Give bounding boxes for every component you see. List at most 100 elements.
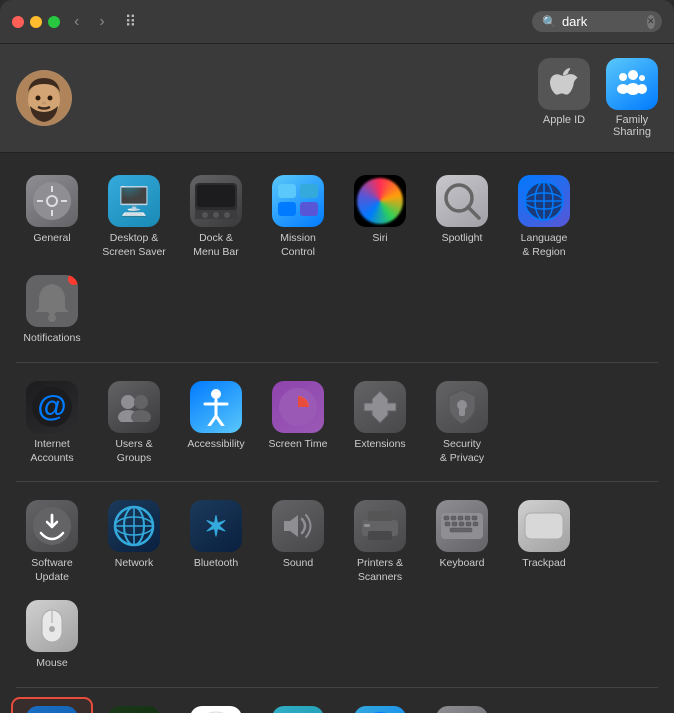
preferences-container: General 🖥️ Desktop &Screen Saver Dock &Menu… <box>0 153 674 713</box>
pref-label-mission-control: MissionControl <box>280 232 316 259</box>
family-sharing-label: FamilySharing <box>613 114 651 138</box>
pref-icon-date-time: 17 <box>190 706 242 713</box>
pref-label-software-update: SoftwareUpdate <box>31 557 72 584</box>
pref-item-general[interactable]: General <box>12 167 92 265</box>
pref-label-desktop-screensaver: Desktop &Screen Saver <box>102 232 166 259</box>
user-info <box>86 97 524 99</box>
pref-item-accessibility[interactable]: Accessibility <box>176 373 256 471</box>
apple-id-label: Apple ID <box>543 114 585 126</box>
pref-icon-software-update <box>26 500 78 552</box>
section-3: SoftwareUpdate Network ✶Bluetooth Sound Prin… <box>8 488 666 681</box>
pref-item-internet-accounts[interactable]: @ InternetAccounts <box>12 373 92 471</box>
pref-label-mouse: Mouse <box>36 657 68 671</box>
pref-item-bluetooth[interactable]: ✶Bluetooth <box>176 492 256 590</box>
user-section: Apple ID FamilySharing <box>0 44 674 153</box>
grid-view-button[interactable]: ⠿ <box>119 8 143 36</box>
pref-item-time-machine[interactable]: TimeMachine <box>340 698 420 713</box>
pref-item-printers-scanners[interactable]: Printers &Scanners <box>340 492 420 590</box>
pref-item-sharing[interactable]: Sharing <box>258 698 338 713</box>
pref-label-security-privacy: Security& Privacy <box>440 438 484 465</box>
pref-item-notifications[interactable]: Notifications <box>12 267 92 352</box>
apple-id-button[interactable]: Apple ID <box>538 58 590 138</box>
section-1: General 🖥️ Desktop &Screen Saver Dock &Menu… <box>8 163 666 356</box>
apple-logo <box>550 68 578 100</box>
divider-1 <box>16 362 658 363</box>
avatar-image <box>16 70 72 126</box>
maximize-button[interactable] <box>48 16 60 28</box>
pref-item-network[interactable]: Network <box>94 492 174 590</box>
pref-item-dock-menubar[interactable]: Dock &Menu Bar <box>176 167 256 265</box>
pref-icon-mouse <box>26 600 78 652</box>
pref-label-trackpad: Trackpad <box>522 557 565 571</box>
pref-icon-mission-control <box>272 175 324 227</box>
pref-icon-internet-accounts: @ <box>26 381 78 433</box>
pref-label-general: General <box>33 232 70 246</box>
pref-label-printers-scanners: Printers &Scanners <box>357 557 403 584</box>
pref-icon-network <box>108 500 160 552</box>
pref-item-battery[interactable]: Battery <box>94 698 174 713</box>
minimize-button[interactable] <box>30 16 42 28</box>
pref-icon-general <box>26 175 78 227</box>
pref-item-trackpad[interactable]: Trackpad <box>504 492 584 590</box>
pref-item-spotlight[interactable]: Spotlight <box>422 167 502 265</box>
family-sharing-icon <box>606 58 658 110</box>
pref-label-siri: Siri <box>372 232 387 246</box>
pref-item-software-update[interactable]: SoftwareUpdate <box>12 492 92 590</box>
pref-icon-extensions <box>354 381 406 433</box>
titlebar: ‹ › ⠿ 🔍 ✕ <box>0 0 674 44</box>
section-4: DisplaysBattery17Date & TimeSharingTimeM… <box>8 694 666 713</box>
pref-icon-printers-scanners <box>354 500 406 552</box>
pref-icon-security-privacy <box>436 381 488 433</box>
pref-icon-users-groups <box>108 381 160 433</box>
pref-icon-spotlight <box>436 175 488 227</box>
pref-item-startup-disk[interactable]: StartupDisk <box>422 698 502 713</box>
family-sharing-button[interactable]: FamilySharing <box>606 58 658 138</box>
pref-icon-language-region <box>518 175 570 227</box>
pref-icon-siri <box>354 175 406 227</box>
pref-label-spotlight: Spotlight <box>442 232 483 246</box>
pref-label-internet-accounts: InternetAccounts <box>30 438 73 465</box>
pref-item-date-time[interactable]: 17Date & Time <box>176 698 256 713</box>
pref-item-extensions[interactable]: Extensions <box>340 373 420 471</box>
pref-label-sound: Sound <box>283 557 313 571</box>
pref-label-language-region: Language& Region <box>521 232 568 259</box>
divider-2 <box>16 481 658 482</box>
pref-label-extensions: Extensions <box>354 438 405 452</box>
pref-icon-sound <box>272 500 324 552</box>
pref-item-language-region[interactable]: Language& Region <box>504 167 584 265</box>
forward-button[interactable]: › <box>93 9 110 35</box>
pref-item-sound[interactable]: Sound <box>258 492 338 590</box>
pref-item-mouse[interactable]: Mouse <box>12 592 92 677</box>
search-input[interactable] <box>562 14 642 29</box>
notification-badge <box>68 275 78 285</box>
pref-icon-screen-time <box>272 381 324 433</box>
close-button[interactable] <box>12 16 24 28</box>
pref-icon-desktop-screensaver: 🖥️ <box>108 175 160 227</box>
avatar[interactable] <box>16 70 72 126</box>
pref-label-dock-menubar: Dock &Menu Bar <box>193 232 239 259</box>
pref-label-network: Network <box>115 557 154 571</box>
pref-item-mission-control[interactable]: MissionControl <box>258 167 338 265</box>
pref-item-users-groups[interactable]: Users &Groups <box>94 373 174 471</box>
pref-label-keyboard: Keyboard <box>440 557 485 571</box>
pref-icon-keyboard <box>436 500 488 552</box>
section-2: @ InternetAccounts Users &GroupsAccessibil… <box>8 369 666 475</box>
pref-icon-dock-menubar <box>190 175 242 227</box>
clear-search-button[interactable]: ✕ <box>647 15 655 29</box>
pref-label-bluetooth: Bluetooth <box>194 557 238 571</box>
search-icon: 🔍 <box>542 15 557 29</box>
pref-icon-time-machine <box>354 706 406 713</box>
pref-item-security-privacy[interactable]: Security& Privacy <box>422 373 502 471</box>
apple-id-icon <box>538 58 590 110</box>
pref-icon-accessibility <box>190 381 242 433</box>
pref-item-displays[interactable]: Displays <box>12 698 92 713</box>
pref-item-keyboard[interactable]: Keyboard <box>422 492 502 590</box>
pref-item-siri[interactable]: Siri <box>340 167 420 265</box>
pref-item-desktop-screensaver[interactable]: 🖥️ Desktop &Screen Saver <box>94 167 174 265</box>
pref-label-screen-time: Screen Time <box>269 438 328 452</box>
pref-icon-sharing <box>272 706 324 713</box>
back-button[interactable]: ‹ <box>68 9 85 35</box>
search-box[interactable]: 🔍 ✕ <box>532 11 662 32</box>
pref-item-screen-time[interactable]: Screen Time <box>258 373 338 471</box>
user-actions: Apple ID FamilySharing <box>538 58 658 138</box>
